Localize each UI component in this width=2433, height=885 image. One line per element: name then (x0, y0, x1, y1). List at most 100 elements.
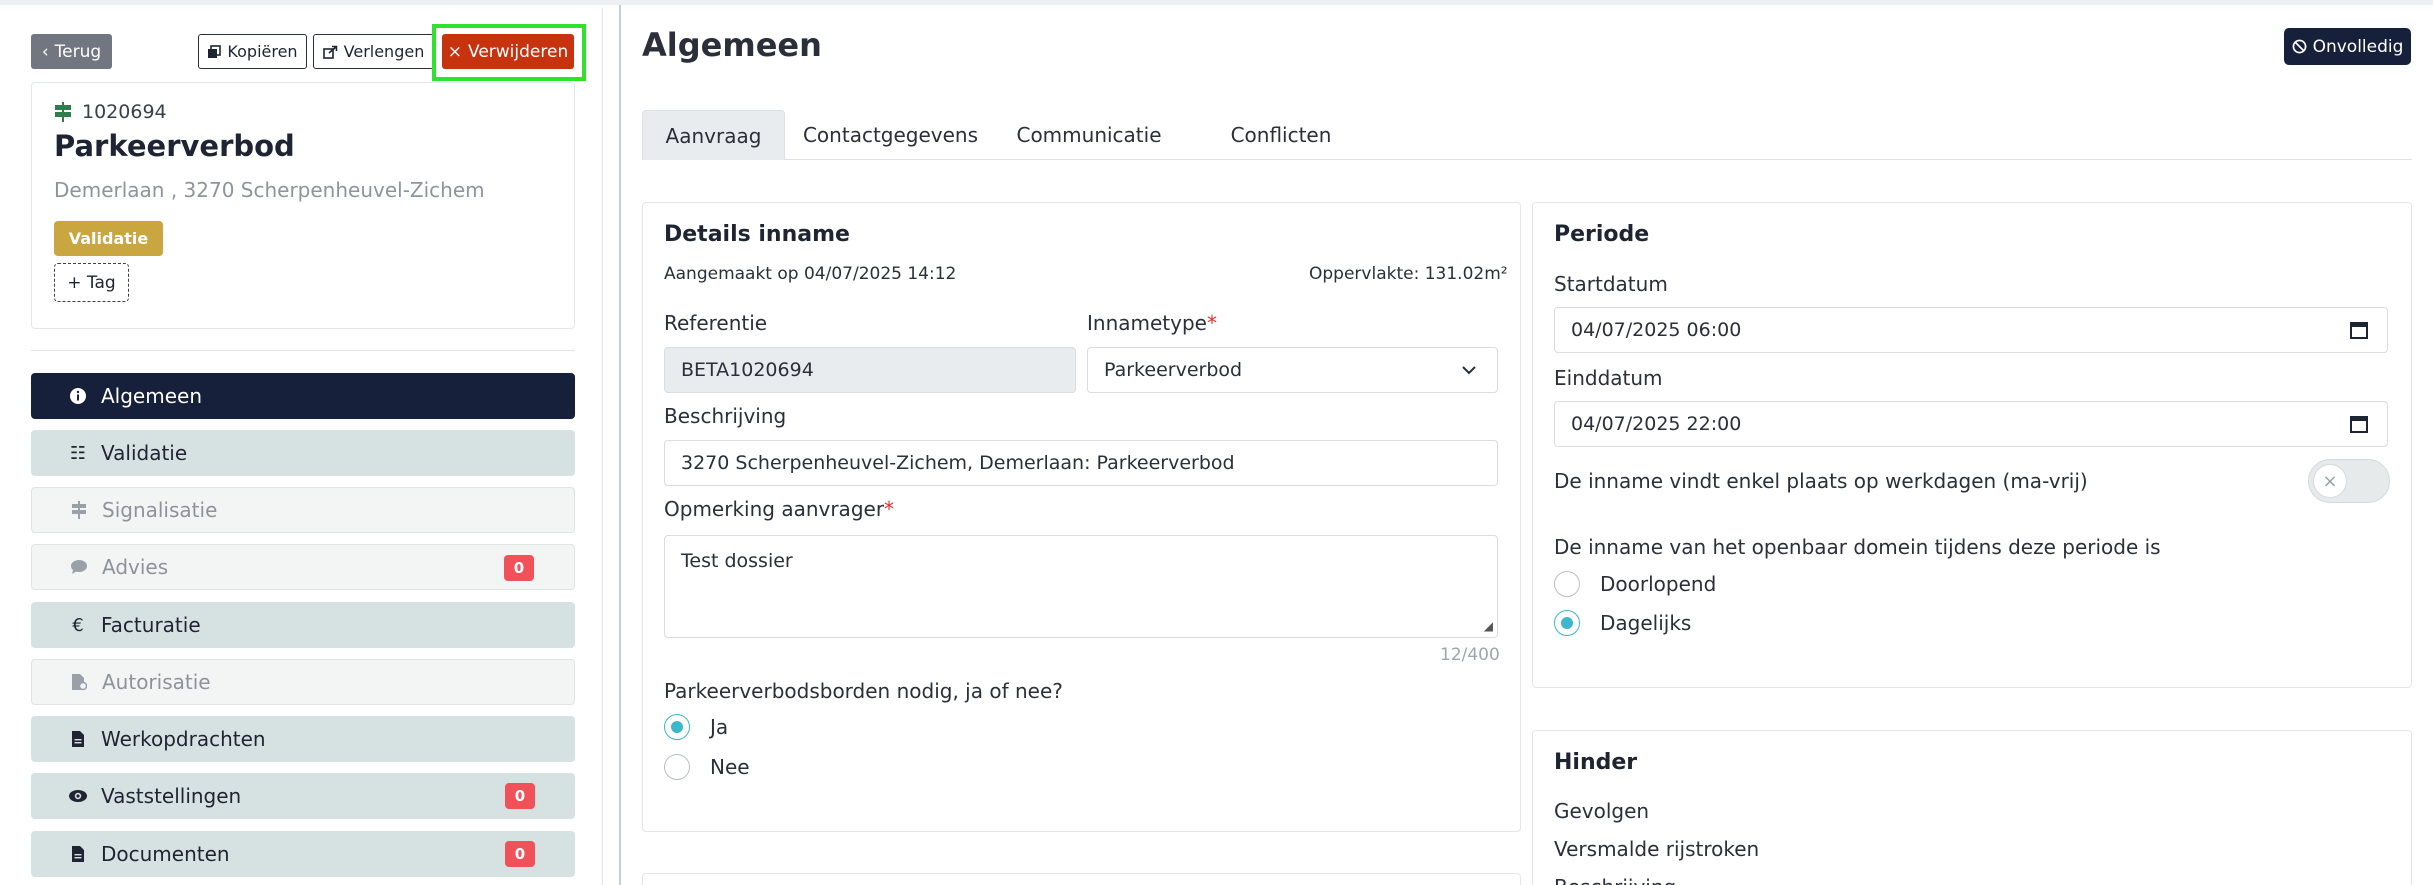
signs-yes-label: Ja (710, 715, 729, 739)
checklist-icon: ☷ (69, 442, 87, 464)
copy-button[interactable]: Kopiëren (198, 34, 307, 69)
sidebar-item-label: Werkopdrachten (101, 727, 266, 751)
start-date-value: 04/07/2025 06:00 (1571, 319, 1742, 341)
dossier-id: 1020694 (54, 101, 167, 123)
radio-checked-icon[interactable] (664, 714, 690, 740)
remark-value: Test dossier (681, 550, 793, 572)
content-divider (619, 5, 621, 885)
completeness-badge: Onvolledig (2284, 28, 2411, 65)
sidebar-item-documenten[interactable]: Documenten 0 (31, 831, 575, 877)
extend-button[interactable]: Verlengen (313, 34, 434, 69)
signpost-icon (68, 501, 90, 519)
weekdays-label: De inname vindt enkel plaats op werkdage… (1554, 469, 2088, 493)
advies-count-badge: 0 (504, 555, 534, 581)
start-date-input[interactable]: 04/07/2025 06:00 (1554, 307, 2388, 353)
share-icon (322, 45, 337, 59)
radio-unchecked-icon[interactable] (664, 754, 690, 780)
type-value: Parkeerverbod (1104, 359, 1243, 381)
type-label-text: Innametype (1087, 311, 1207, 335)
hinder-title: Hinder (1554, 750, 1638, 775)
document-icon (67, 730, 89, 748)
end-date-input[interactable]: 04/07/2025 22:00 (1554, 401, 2388, 447)
tab-bar: Aanvraag Contactgegevens Communicatie Co… (642, 110, 2412, 160)
remark-label: Opmerking aanvrager* (664, 497, 894, 521)
status-badge[interactable]: Validatie (54, 221, 163, 256)
dossier-title: Parkeerverbod (54, 129, 295, 163)
area-value: Oppervlakte: 131.02m² (1309, 264, 1508, 284)
dossier-address: Demerlaan , 3270 Scherpenheuvel-Zichem (54, 178, 485, 202)
chevron-left-icon: ‹ (41, 41, 49, 62)
narrowed-lanes-label: Versmalde rijstroken (1554, 837, 1760, 861)
calendar-icon[interactable] (2349, 414, 2369, 434)
sidebar-item-validatie[interactable]: ☷ Validatie (31, 430, 575, 476)
reference-field: BETA1020694 (664, 347, 1076, 393)
signs-yes-option[interactable]: Ja (664, 714, 728, 740)
reference-value: BETA1020694 (681, 359, 814, 381)
top-border (0, 0, 2433, 5)
copy-button-label: Kopiëren (227, 42, 298, 61)
dossier-card: 1020694 Parkeerverbod Demerlaan , 3270 S… (31, 82, 575, 329)
required-mark: * (1206, 311, 1217, 335)
description-input[interactable]: 3270 Scherpenheuvel-Zichem, Demerlaan: P… (664, 440, 1498, 486)
document-icon (67, 845, 89, 863)
page-title: Algemeen (642, 26, 822, 64)
sidebar-item-label: Validatie (101, 441, 188, 465)
period-mode-question: De inname van het openbaar domein tijden… (1554, 535, 2161, 559)
consequences-label: Gevolgen (1554, 799, 1650, 823)
tab-communicatie[interactable]: Communicatie (1004, 110, 1174, 160)
sidebar-item-label: Advies (102, 555, 169, 579)
sidebar-item-label: Vaststellingen (101, 784, 242, 808)
sidebar-item-label: Signalisatie (102, 498, 218, 522)
sidebar-item-advies: Advies 0 (31, 544, 575, 590)
character-counter: 12/400 (1440, 645, 1500, 665)
documenten-count-badge: 0 (505, 841, 535, 867)
delete-button-highlight (432, 24, 586, 81)
tab-aanvraag[interactable]: Aanvraag (642, 110, 785, 160)
sidebar-item-autorisatie: Autorisatie (31, 659, 575, 705)
chevron-down-icon (1462, 366, 1476, 375)
signs-no-option[interactable]: Nee (664, 754, 750, 780)
chat-icon (68, 559, 90, 575)
created-timestamp: Aangemaakt op 04/07/2025 14:12 (664, 264, 957, 284)
file-check-icon (68, 673, 90, 691)
vaststellingen-count-badge: 0 (505, 783, 535, 809)
sidebar-item-facturatie[interactable]: € Facturatie (31, 602, 575, 648)
tab-label: Aanvraag (665, 123, 762, 148)
required-mark: * (884, 497, 895, 521)
end-date-label: Einddatum (1554, 366, 1663, 390)
extend-button-label: Verlengen (343, 42, 425, 61)
end-date-value: 04/07/2025 22:00 (1571, 413, 1742, 435)
sidebar-item-signalisatie: Signalisatie (31, 487, 575, 533)
description-value: 3270 Scherpenheuvel-Zichem, Demerlaan: P… (681, 452, 1235, 474)
eye-icon (67, 789, 89, 803)
sidebar-item-vaststellingen[interactable]: Vaststellingen 0 (31, 773, 575, 819)
start-date-label: Startdatum (1554, 272, 1668, 296)
hinder-description-label: Beschrijving (1554, 875, 1676, 885)
remark-label-text: Opmerking aanvrager (664, 497, 885, 521)
resize-grip-icon[interactable]: ◢ (1484, 619, 1493, 633)
weekdays-toggle[interactable]: × (2308, 459, 2390, 503)
add-tag-button[interactable]: + Tag (54, 263, 129, 302)
sidebar-item-label: Documenten (101, 842, 230, 866)
next-panel (642, 873, 1521, 885)
dossier-id-value: 1020694 (82, 101, 167, 123)
type-select[interactable]: Parkeerverbod (1087, 347, 1498, 393)
radio-unchecked-icon[interactable] (1554, 571, 1580, 597)
back-button[interactable]: ‹ Terug (31, 34, 112, 69)
tab-contactgegevens[interactable]: Contactgegevens (792, 110, 989, 160)
sidebar-item-werkopdrachten[interactable]: Werkopdrachten (31, 716, 575, 762)
signpost-icon (55, 102, 71, 122)
calendar-icon[interactable] (2349, 320, 2369, 340)
back-button-label: Terug (54, 41, 102, 62)
info-icon (67, 387, 89, 405)
period-title: Periode (1554, 222, 1650, 247)
close-icon: × (2313, 464, 2347, 498)
sidebar-item-algemeen[interactable]: Algemeen (31, 373, 575, 419)
sidebar-item-label: Facturatie (101, 613, 201, 637)
period-mode-continuous-option[interactable]: Doorlopend (1554, 571, 1716, 597)
copy-icon (208, 44, 222, 58)
remark-textarea[interactable]: Test dossier ◢ (664, 535, 1498, 638)
tab-conflicten[interactable]: Conflicten (1220, 110, 1342, 160)
period-mode-daily-option[interactable]: Dagelijks (1554, 610, 1691, 636)
radio-checked-icon[interactable] (1554, 610, 1580, 636)
